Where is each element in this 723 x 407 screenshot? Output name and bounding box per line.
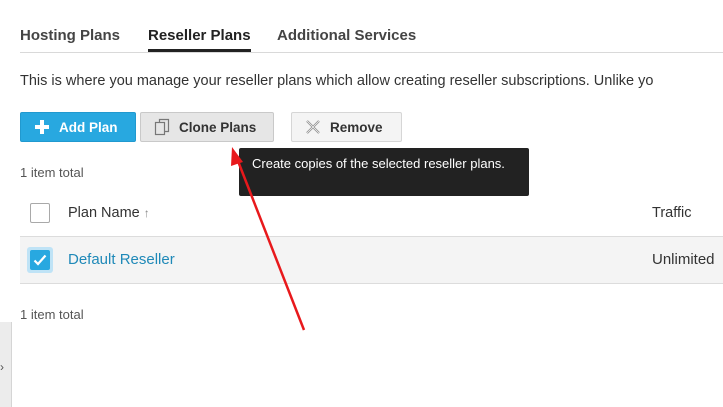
plans-table: Plan Name ↑ Traffic Default Reseller Unli… [20, 191, 723, 284]
clone-plans-button[interactable]: Clone Plans [140, 112, 274, 142]
plus-icon [33, 118, 51, 136]
item-count-top: 1 item total [20, 165, 84, 180]
page-description: This is where you manage your reseller p… [20, 73, 654, 89]
copy-icon [153, 118, 171, 136]
select-all-checkbox[interactable] [30, 203, 50, 223]
add-plan-button[interactable]: Add Plan [20, 112, 136, 142]
tab-reseller-plans[interactable]: Reseller Plans [148, 27, 251, 44]
active-tab-indicator [148, 49, 251, 52]
column-header-plan-name[interactable]: Plan Name ↑ [68, 205, 150, 221]
side-panel-toggle[interactable]: › [0, 322, 12, 407]
item-count-bottom: 1 item total [20, 307, 84, 322]
remove-button[interactable]: Remove [291, 112, 402, 142]
x-icon [304, 118, 322, 136]
checkmark-icon [30, 250, 50, 270]
column-header-traffic[interactable]: Traffic [652, 205, 691, 221]
traffic-value: Unlimited [652, 251, 715, 268]
row-checkbox[interactable] [27, 247, 53, 273]
table-row: Default Reseller Unlimited [20, 237, 723, 284]
plan-name-header-label: Plan Name [68, 205, 140, 221]
clone-tooltip: Create copies of the selected reseller p… [239, 148, 529, 196]
sort-arrow-icon: ↑ [143, 206, 150, 220]
remove-label: Remove [330, 119, 383, 135]
chevron-right-icon: › [0, 360, 4, 374]
add-plan-label: Add Plan [59, 119, 118, 135]
clone-plans-label: Clone Plans [179, 119, 257, 135]
plan-name-link[interactable]: Default Reseller [68, 251, 175, 268]
table-header: Plan Name ↑ Traffic [20, 191, 723, 237]
tab-additional-services[interactable]: Additional Services [277, 27, 416, 44]
tab-hosting-plans[interactable]: Hosting Plans [20, 27, 120, 44]
tab-bar: Hosting Plans Reseller Plans Additional … [20, 0, 723, 53]
